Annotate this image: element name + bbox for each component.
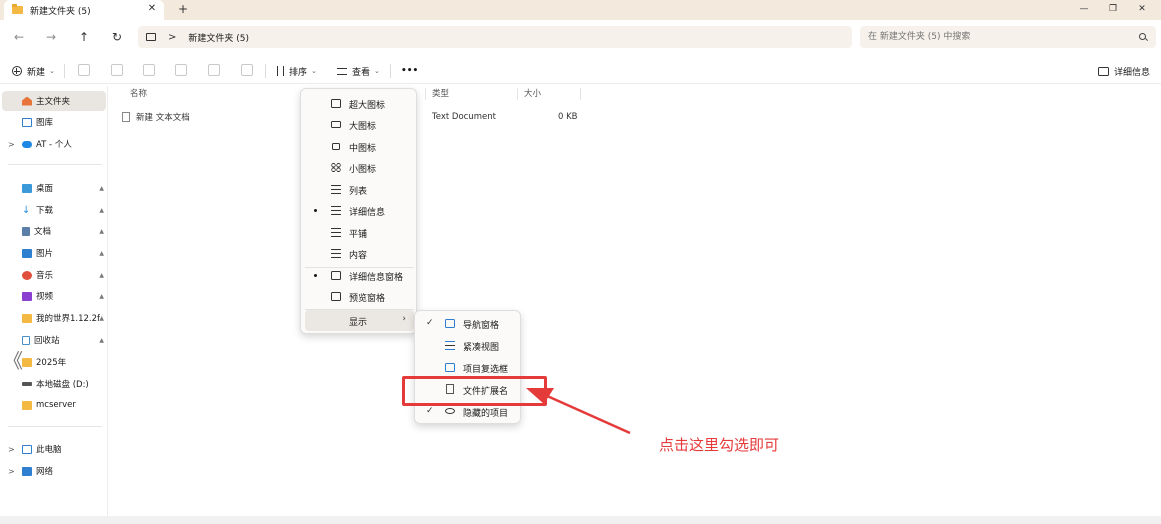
arrow-line bbox=[544, 393, 631, 435]
status-bar bbox=[0, 516, 1161, 524]
annotation-text: 点击这里勾选即可 bbox=[659, 436, 780, 454]
annotation-arrow bbox=[526, 388, 631, 435]
